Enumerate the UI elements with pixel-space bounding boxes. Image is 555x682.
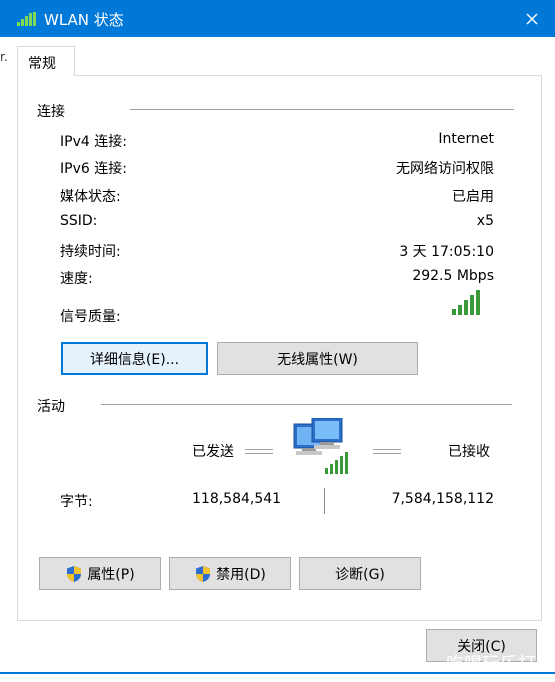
disable-button[interactable]: 禁用(D) [169,557,291,590]
ssid-label: SSID: [60,213,98,229]
diagnose-button-label: 诊断(G) [335,566,385,583]
close-window-button[interactable] [509,0,555,37]
network-computers-icon [293,418,348,474]
ipv4-label: IPv4 连接: [60,134,127,150]
watermark-text: 吃喝玩乐打 [446,654,536,675]
activity-divider [101,404,512,405]
ipv6-label: IPv6 连接: [60,161,127,177]
media-state-label: 媒体状态: [60,189,121,205]
ipv4-value: Internet [438,131,494,147]
bytes-label: 字节: [60,494,93,510]
sent-connector [245,449,273,454]
duration-label: 持续时间: [60,244,121,260]
speed-value: 292.5 Mbps [412,268,494,284]
duration-value: 3 天 17:05:10 [399,244,494,260]
left-edge-text: r. [0,50,8,64]
bytes-sent-value: 118,584,541 [192,491,282,507]
tab-general-label: 常规 [28,56,56,72]
window-title: WLAN 状态 [44,11,124,29]
received-label: 已接收 [448,444,490,460]
signal-strength-icon [452,290,480,315]
diagnose-button[interactable]: 诊断(G) [299,557,421,590]
signal-quality-label: 信号质量: [60,309,121,325]
ipv6-value: 无网络访问权限 [396,161,494,177]
uac-shield-icon [196,565,211,582]
bytes-received-value: 7,584,158,112 [391,491,494,507]
activity-group-label: 活动 [37,399,65,415]
bytes-divider [324,488,325,514]
title-bar: WLAN 状态 [0,0,555,37]
properties-button[interactable]: 属性(P) [39,557,161,590]
connection-divider [130,109,514,110]
properties-button-label: 属性(P) [87,566,135,583]
speed-label: 速度: [60,271,93,287]
ssid-value: x5 [476,213,494,229]
received-connector [373,449,401,454]
uac-shield-icon [67,565,82,582]
details-button[interactable]: 详细信息(E)... [61,342,208,375]
connection-group-label: 连接 [37,104,65,120]
wifi-signal-icon [17,12,36,26]
wireless-properties-button-label: 无线属性(W) [277,351,358,368]
close-icon [526,13,538,24]
sent-label: 已发送 [192,444,234,460]
wireless-properties-button[interactable]: 无线属性(W) [217,342,418,375]
disable-button-label: 禁用(D) [216,566,266,583]
media-state-value: 已启用 [452,189,494,205]
tab-general[interactable]: 常规 [17,46,75,76]
details-button-label: 详细信息(E)... [89,351,180,368]
